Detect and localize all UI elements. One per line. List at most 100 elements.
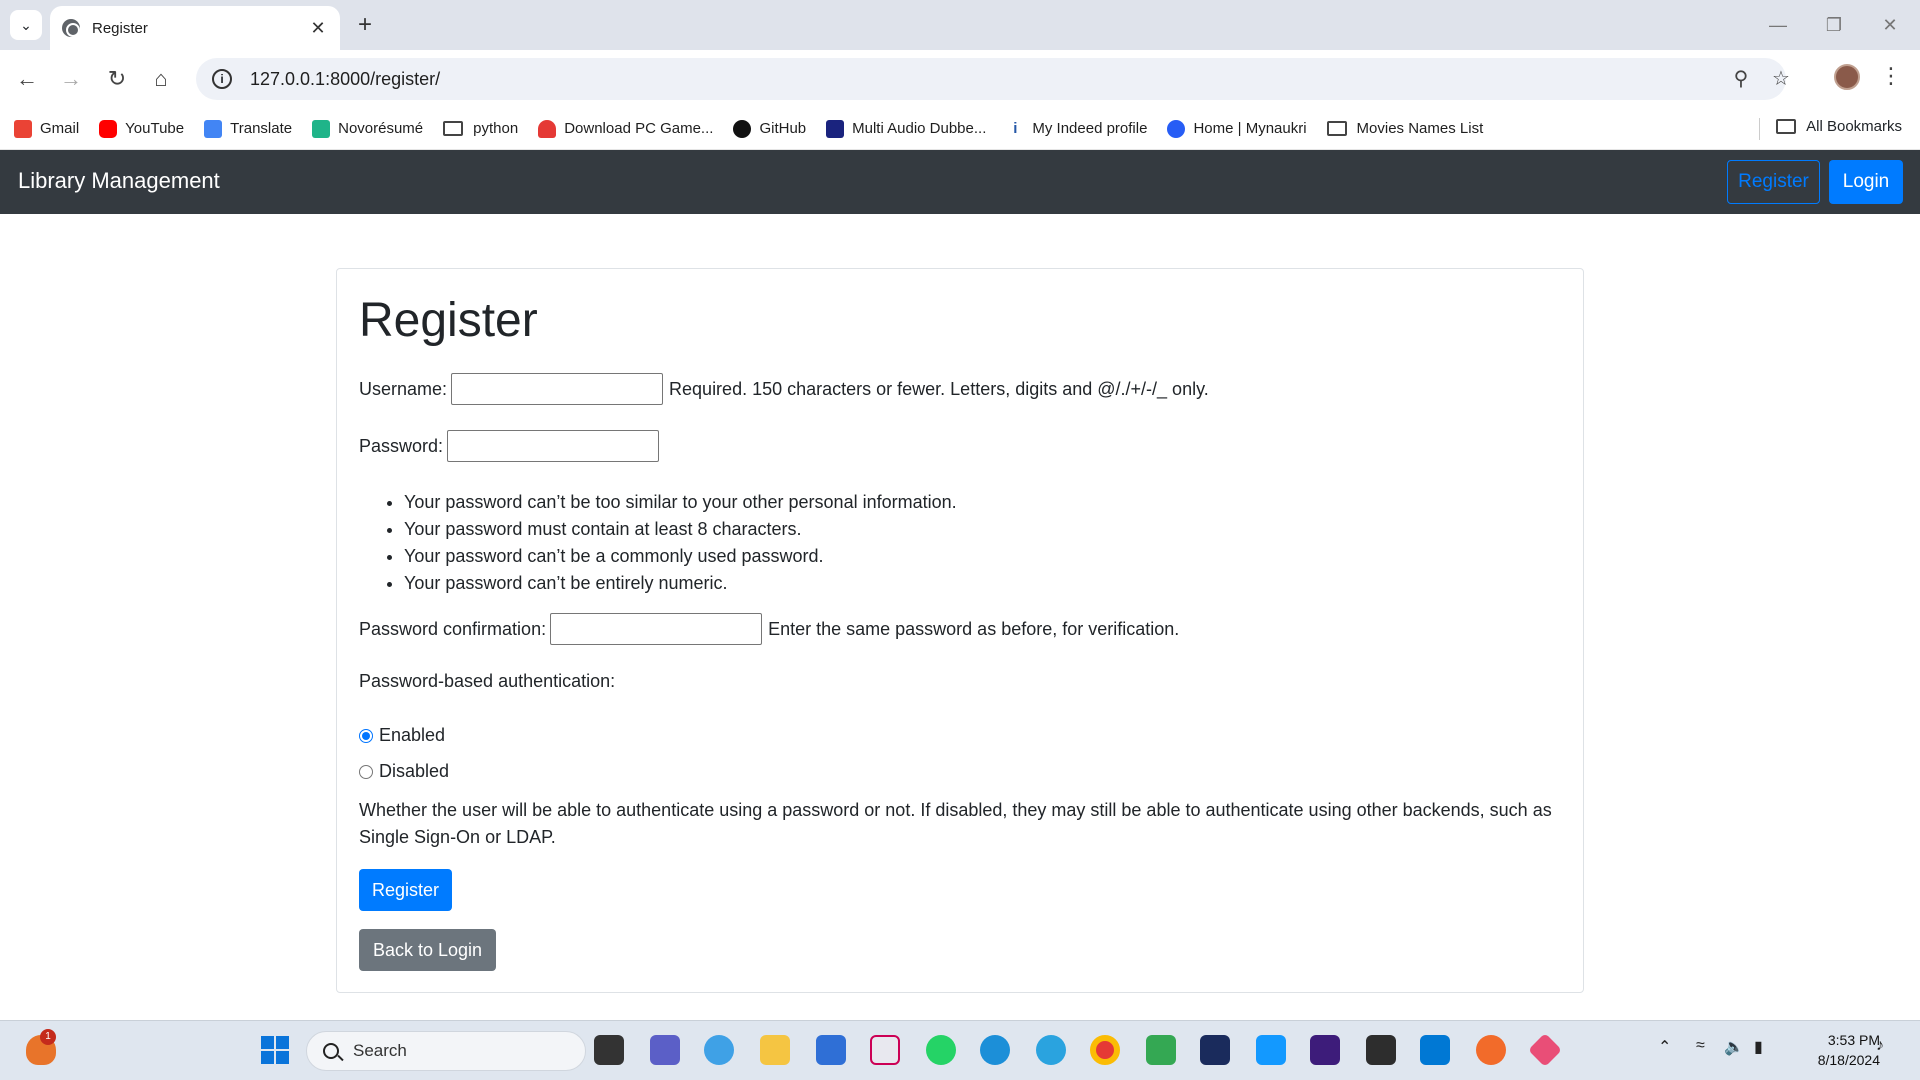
home-icon[interactable]: ⌂ — [146, 64, 176, 94]
bookmark-multi-audio[interactable]: Multi Audio Dubbe... — [826, 119, 986, 138]
store-icon[interactable] — [816, 1035, 846, 1065]
profile-avatar[interactable] — [1834, 64, 1860, 90]
indeed-icon: i — [1013, 119, 1018, 137]
password-row: Password: — [359, 430, 665, 462]
all-bookmarks[interactable]: All Bookmarks — [1776, 118, 1902, 135]
bookmark-indeed[interactable]: i My Indeed profile — [1006, 120, 1147, 138]
system-clock[interactable]: 3:53 PM 8/18/2024 — [1790, 1030, 1880, 1070]
postman-icon[interactable] — [1476, 1035, 1506, 1065]
bookmark-label: Novorésumé — [338, 120, 424, 137]
chrome-icon[interactable] — [1090, 1035, 1120, 1065]
prime-video-icon[interactable] — [1256, 1035, 1286, 1065]
list-item: Your password can’t be entirely numeric. — [404, 570, 957, 597]
username-input[interactable] — [451, 373, 664, 405]
register-submit-button[interactable]: Register — [359, 869, 452, 911]
disabled-radio[interactable] — [359, 764, 373, 779]
bookmark-youtube[interactable]: YouTube — [99, 119, 184, 138]
star-icon[interactable]: ☆ — [1766, 64, 1796, 94]
tab-search-button[interactable]: ⌄ — [10, 10, 42, 40]
more-menu-icon[interactable]: ⋮ — [1880, 63, 1902, 89]
naukri-icon — [1167, 119, 1186, 138]
start-icon[interactable] — [260, 1035, 290, 1065]
zoom-icon[interactable]: ⚲ — [1726, 64, 1756, 94]
wifi-icon[interactable]: ≈ — [1696, 1037, 1705, 1055]
list-item: Your password must contain at least 8 ch… — [404, 516, 957, 543]
bookmark-label: Download PC Game... — [564, 120, 714, 137]
clock-date: 8/18/2024 — [1817, 1052, 1880, 1068]
url-text: 127.0.0.1:8000/register/ — [250, 68, 441, 89]
register-card: Register Username: Required. 150 charact… — [336, 268, 1584, 993]
telegram-icon[interactable] — [1036, 1035, 1066, 1065]
disabled-label: Disabled — [379, 761, 450, 781]
bookmark-label: Home | Mynaukri — [1193, 120, 1307, 137]
clock-time: 3:53 PM — [1827, 1032, 1880, 1048]
novoresume-icon — [312, 119, 331, 138]
auth-option-disabled[interactable]: Disabled — [359, 761, 449, 782]
password-confirm-row: Password confirmation: Enter the same pa… — [359, 613, 1179, 645]
folder-icon — [1326, 121, 1347, 136]
disney-plus-icon[interactable] — [1200, 1035, 1230, 1065]
bell-icon[interactable]: ♪ — [1876, 1037, 1884, 1055]
whatsapp-icon[interactable] — [926, 1035, 956, 1065]
copilot-icon[interactable] — [704, 1035, 734, 1065]
minimize-icon[interactable]: — — [1758, 10, 1798, 40]
close-icon[interactable]: ✕ — [308, 18, 328, 39]
enabled-radio[interactable] — [359, 728, 373, 743]
bookmark-label: python — [473, 120, 519, 137]
site-info-icon[interactable]: i — [212, 69, 232, 89]
task-view-icon[interactable] — [594, 1035, 624, 1065]
amazon-music-icon[interactable] — [1310, 1035, 1340, 1065]
edge-icon[interactable] — [980, 1035, 1010, 1065]
back-arrow-icon[interactable]: ← — [12, 64, 42, 94]
password-input[interactable] — [447, 430, 660, 462]
bookmark-label: Movies Names List — [1356, 120, 1484, 137]
bookmark-movies-folder[interactable]: Movies Names List — [1326, 120, 1484, 137]
taskbar-search[interactable]: Search — [306, 1031, 586, 1071]
bookmark-python-folder[interactable]: python — [443, 120, 518, 137]
taskbar: 1 Search ⌃ ≈ 🔈 ▮ 3:53 PM 8/18/2024 ♪ — [0, 1020, 1920, 1080]
reload-icon[interactable]: ↻ — [102, 64, 132, 94]
window-close-icon[interactable]: ✕ — [1870, 10, 1910, 40]
navbar-brand[interactable]: Library Management — [18, 168, 220, 194]
auth-option-enabled[interactable]: Enabled — [359, 725, 445, 746]
file-explorer-icon[interactable] — [760, 1035, 790, 1065]
snipping-tool-icon[interactable] — [870, 1035, 900, 1065]
teams-icon[interactable] — [650, 1035, 680, 1065]
terminal-icon[interactable] — [1366, 1035, 1396, 1065]
tab-title: Register — [92, 19, 148, 37]
app-navbar: Library Management Register Login — [0, 150, 1920, 214]
bookmark-download-pc-games[interactable]: Download PC Game... — [538, 119, 714, 138]
browser-toolbar: ← → ↻ ⌂ i 127.0.0.1:8000/register/ ⚲ ☆ ⋮ — [0, 50, 1920, 108]
volume-icon[interactable]: 🔈 — [1724, 1037, 1744, 1057]
all-bookmarks-label: All Bookmarks — [1806, 118, 1902, 135]
translate-icon — [204, 119, 223, 138]
git-icon[interactable] — [1528, 1033, 1562, 1067]
vscode-icon[interactable] — [1420, 1035, 1450, 1065]
navbar-register-button[interactable]: Register — [1727, 160, 1820, 204]
restore-icon[interactable]: ❐ — [1814, 10, 1854, 40]
forward-arrow-icon[interactable]: → — [56, 64, 86, 94]
bookmark-novoresume[interactable]: Novorésumé — [312, 119, 424, 138]
enabled-label: Enabled — [379, 725, 446, 745]
google-drive-icon[interactable] — [1146, 1035, 1176, 1065]
bookmarks-divider — [1759, 118, 1760, 140]
bookmark-gmail[interactable]: Gmail — [14, 119, 79, 138]
search-icon — [323, 1043, 339, 1059]
back-to-login-button[interactable]: Back to Login — [359, 929, 496, 971]
bookmark-translate[interactable]: Translate — [204, 119, 293, 138]
navbar-login-button[interactable]: Login — [1829, 160, 1903, 204]
chevron-up-icon[interactable]: ⌃ — [1658, 1037, 1671, 1057]
auth-description: Whether the user will be able to authent… — [359, 800, 1552, 847]
movie-icon — [826, 119, 845, 138]
address-bar[interactable]: i 127.0.0.1:8000/register/ ⚲ ☆ — [196, 58, 1790, 100]
new-tab-button[interactable]: + — [352, 12, 378, 38]
browser-tab[interactable]: Register ✕ — [50, 6, 340, 50]
chevron-down-icon: ⌄ — [20, 16, 32, 33]
bookmark-github[interactable]: GitHub — [733, 119, 806, 138]
battery-icon[interactable]: ▮ — [1754, 1037, 1763, 1057]
bookmark-label: Translate — [230, 120, 293, 137]
game-icon — [538, 119, 557, 138]
list-item: Your password can’t be a commonly used p… — [404, 543, 957, 570]
password-confirm-input[interactable] — [550, 613, 763, 645]
bookmark-naukri[interactable]: Home | Mynaukri — [1167, 119, 1307, 138]
